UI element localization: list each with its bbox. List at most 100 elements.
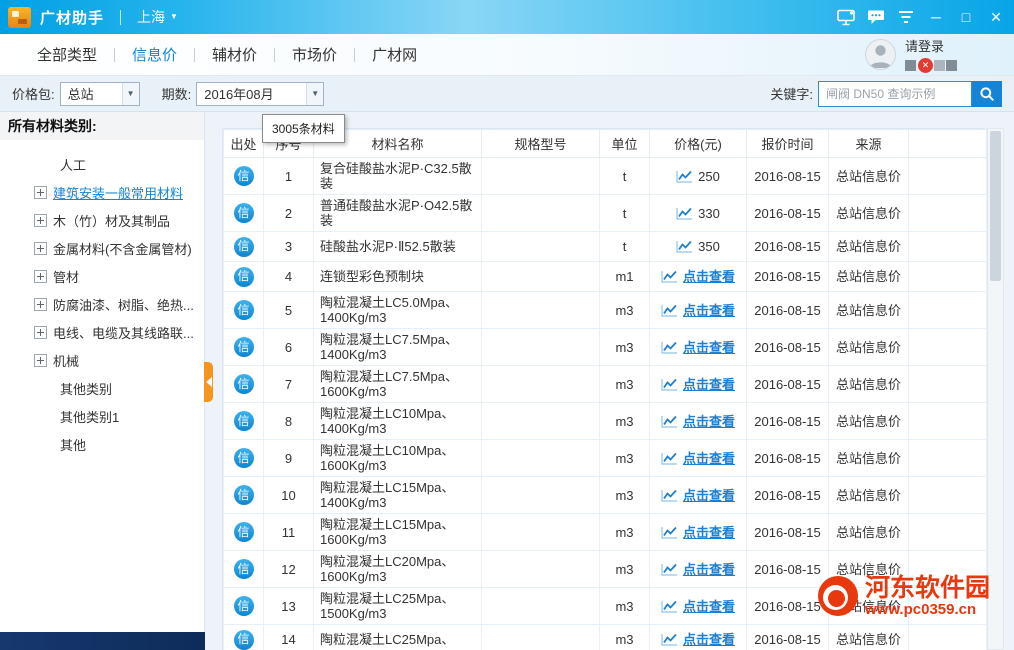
- tab[interactable]: 全部类型: [37, 44, 97, 65]
- search-button[interactable]: [972, 81, 1002, 107]
- info-badge[interactable]: 信: [234, 166, 254, 186]
- table-row[interactable]: 信1复合硅酸盐水泥P·C32.5散装t2502016-08-15总站信息价: [224, 158, 987, 195]
- table-row[interactable]: 信8陶粒混凝土LC10Mpa、1400Kg/m3m3点击查看2016-08-15…: [224, 403, 987, 440]
- price-trend-icon[interactable]: [661, 600, 678, 613]
- view-price-link[interactable]: 点击查看: [683, 632, 735, 647]
- sidebar-item[interactable]: 其他: [0, 430, 204, 458]
- table-row[interactable]: 信6陶粒混凝土LC7.5Mpa、1400Kg/m3m3点击查看2016-08-1…: [224, 329, 987, 366]
- filter-icon[interactable]: [892, 5, 920, 29]
- price-trend-icon[interactable]: [676, 240, 693, 253]
- sidebar-item[interactable]: 其他类别: [0, 374, 204, 402]
- login-link[interactable]: 请登录: [905, 36, 958, 55]
- avatar[interactable]: [865, 39, 896, 70]
- view-price-link[interactable]: 点击查看: [683, 414, 735, 429]
- expand-plus-icon[interactable]: [34, 270, 47, 283]
- login-status-widget[interactable]: ✕: [905, 58, 958, 73]
- table-row[interactable]: 信7陶粒混凝土LC7.5Mpa、1600Kg/m3m3点击查看2016-08-1…: [224, 366, 987, 403]
- table-row[interactable]: 信3硅酸盐水泥P·Ⅱ52.5散装t3502016-08-15总站信息价: [224, 232, 987, 262]
- city-selector[interactable]: 上海 ▼: [137, 7, 178, 27]
- table-row[interactable]: 信2普通硅酸盐水泥P·O42.5散装t3302016-08-15总站信息价: [224, 195, 987, 232]
- maximize-button[interactable]: □: [952, 5, 980, 29]
- tab[interactable]: 辅材价: [212, 44, 257, 65]
- sidebar-item[interactable]: 电线、电缆及其线路联...: [0, 318, 204, 346]
- price-trend-icon[interactable]: [661, 270, 678, 283]
- price-trend-icon[interactable]: [661, 633, 678, 646]
- view-price-link[interactable]: 点击查看: [683, 303, 735, 318]
- price-trend-icon[interactable]: [661, 526, 678, 539]
- view-price-link[interactable]: 点击查看: [683, 340, 735, 355]
- city-label: 上海: [137, 7, 165, 27]
- sidebar-item[interactable]: 管材: [0, 262, 204, 290]
- view-price-link[interactable]: 点击查看: [683, 599, 735, 614]
- scrollbar-thumb[interactable]: [990, 131, 1001, 281]
- price-trend-icon[interactable]: [661, 563, 678, 576]
- price-value: 330: [698, 206, 720, 221]
- sidebar-collapse-handle[interactable]: [204, 362, 213, 402]
- expand-plus-icon[interactable]: [34, 298, 47, 311]
- info-badge[interactable]: 信: [234, 448, 254, 468]
- expand-plus-icon[interactable]: [34, 242, 47, 255]
- price-trend-icon[interactable]: [676, 170, 693, 183]
- info-badge[interactable]: 信: [234, 411, 254, 431]
- info-badge[interactable]: 信: [234, 337, 254, 357]
- sidebar-item[interactable]: 人工: [0, 150, 204, 178]
- price-trend-icon[interactable]: [661, 378, 678, 391]
- info-badge[interactable]: 信: [234, 559, 254, 579]
- vertical-scrollbar[interactable]: [987, 128, 1004, 650]
- price-trend-icon[interactable]: [661, 452, 678, 465]
- cell-spec: [482, 329, 600, 366]
- price-pack-dropdown[interactable]: 总站 ▼: [60, 82, 140, 106]
- price-trend-icon[interactable]: [676, 207, 693, 220]
- info-badge[interactable]: 信: [234, 267, 254, 287]
- sidebar-item[interactable]: 防腐油漆、树脂、绝热...: [0, 290, 204, 318]
- info-badge[interactable]: 信: [234, 203, 254, 223]
- expand-plus-icon[interactable]: [34, 214, 47, 227]
- info-badge[interactable]: 信: [234, 300, 254, 320]
- price-trend-icon[interactable]: [661, 489, 678, 502]
- tab[interactable]: 广材网: [372, 44, 417, 65]
- info-badge[interactable]: 信: [234, 374, 254, 394]
- tab[interactable]: 信息价: [132, 44, 177, 65]
- table-row[interactable]: 信10陶粒混凝土LC15Mpa、1400Kg/m3m3点击查看2016-08-1…: [224, 477, 987, 514]
- price-trend-icon[interactable]: [661, 304, 678, 317]
- table-row[interactable]: 信9陶粒混凝土LC10Mpa、1600Kg/m3m3点击查看2016-08-15…: [224, 440, 987, 477]
- view-price-link[interactable]: 点击查看: [683, 562, 735, 577]
- keyword-search-group: 关键字:: [770, 81, 1002, 107]
- table-row[interactable]: 信5陶粒混凝土LC5.0Mpa、1400Kg/m3m3点击查看2016-08-1…: [224, 292, 987, 329]
- sidebar-item[interactable]: 建筑安装一般常用材料: [0, 178, 204, 206]
- view-price-link[interactable]: 点击查看: [683, 269, 735, 284]
- table-row[interactable]: 信14陶粒混凝土LC25Mpa、m3点击查看2016-08-15总站信息价: [224, 625, 987, 650]
- info-badge[interactable]: 信: [234, 237, 254, 257]
- minimize-button[interactable]: ─: [922, 5, 950, 29]
- sidebar-item[interactable]: 木（竹）材及其制品: [0, 206, 204, 234]
- info-badge[interactable]: 信: [234, 522, 254, 542]
- close-button[interactable]: ✕: [982, 5, 1010, 29]
- remote-monitor-icon[interactable]: [832, 5, 860, 29]
- tab[interactable]: 市场价: [292, 44, 337, 65]
- expand-plus-icon[interactable]: [34, 186, 47, 199]
- column-header-filler: [909, 130, 987, 158]
- view-price-link[interactable]: 点击查看: [683, 488, 735, 503]
- info-badge[interactable]: 信: [234, 485, 254, 505]
- cell-price-source: 总站信息价: [829, 158, 909, 195]
- price-trend-icon[interactable]: [661, 415, 678, 428]
- period-dropdown[interactable]: 2016年08月 ▼: [196, 82, 324, 106]
- price-value: 250: [698, 169, 720, 184]
- info-badge[interactable]: 信: [234, 630, 254, 650]
- expand-plus-icon[interactable]: [34, 326, 47, 339]
- expand-plus-icon[interactable]: [34, 354, 47, 367]
- keyword-input[interactable]: [818, 81, 972, 107]
- chat-icon[interactable]: [862, 5, 890, 29]
- cell-serial: 14: [264, 625, 314, 650]
- sidebar-item[interactable]: 金属材料(不含金属管材): [0, 234, 204, 262]
- table-row[interactable]: 信11陶粒混凝土LC15Mpa、1600Kg/m3m3点击查看2016-08-1…: [224, 514, 987, 551]
- info-badge[interactable]: 信: [234, 596, 254, 616]
- view-price-link[interactable]: 点击查看: [683, 377, 735, 392]
- view-price-link[interactable]: 点击查看: [683, 525, 735, 540]
- table-row[interactable]: 信4连锁型彩色预制块m1点击查看2016-08-15总站信息价: [224, 262, 987, 292]
- view-price-link[interactable]: 点击查看: [683, 451, 735, 466]
- price-trend-icon[interactable]: [661, 341, 678, 354]
- sidebar-item[interactable]: 机械: [0, 346, 204, 374]
- sidebar-item[interactable]: 其他类别1: [0, 402, 204, 430]
- cell-source-badge: 信: [224, 158, 264, 195]
